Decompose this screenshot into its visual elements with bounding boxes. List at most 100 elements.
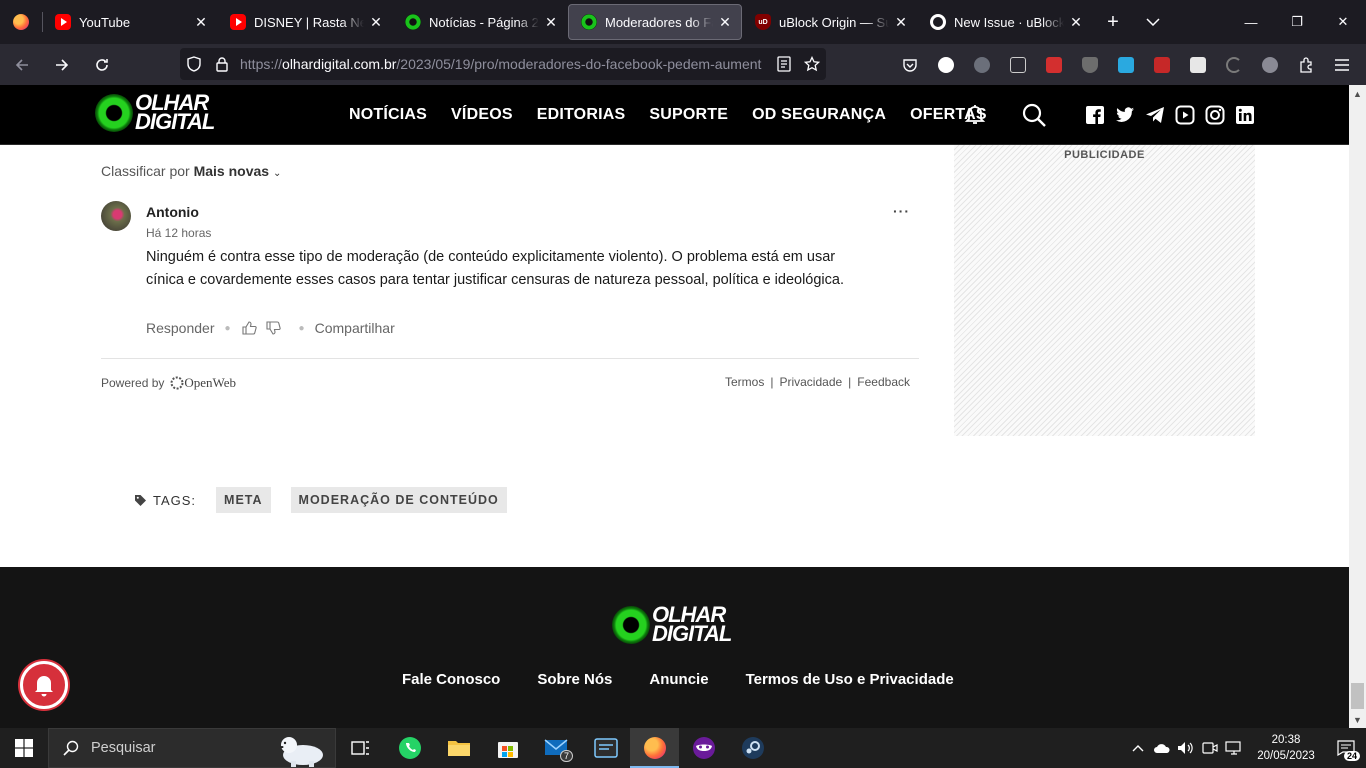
scrollbar-thumb[interactable] — [1351, 683, 1364, 709]
ublock-origin-icon[interactable] — [1072, 49, 1108, 81]
scroll-up-arrow-icon[interactable]: ▲ — [1349, 85, 1366, 102]
reader-view-icon[interactable] — [770, 48, 798, 80]
extension-red-icon[interactable] — [1036, 49, 1072, 81]
close-tab-icon[interactable]: ✕ — [193, 14, 209, 30]
nav-editorias[interactable]: EDITORIAS — [537, 106, 626, 124]
tag-meta[interactable]: META — [216, 487, 271, 513]
extensions-puzzle-icon[interactable] — [1288, 49, 1324, 81]
minimize-button[interactable]: — — [1228, 0, 1274, 44]
youtube-icon — [230, 14, 246, 30]
lock-icon[interactable] — [208, 48, 236, 80]
pocket-icon[interactable] — [892, 49, 928, 81]
address-bar[interactable]: https://olhardigital.com.br/2023/05/19/p… — [180, 48, 826, 80]
bookmark-star-icon[interactable] — [798, 48, 826, 80]
close-tab-icon[interactable]: ✕ — [893, 14, 909, 30]
close-tab-icon[interactable]: ✕ — [1068, 14, 1084, 30]
bell-icon[interactable] — [963, 102, 987, 126]
close-tab-icon[interactable]: ✕ — [543, 14, 559, 30]
steam-app-icon[interactable] — [728, 728, 777, 768]
close-window-button[interactable]: ✕ — [1320, 0, 1366, 44]
feedback-link[interactable]: Feedback — [857, 375, 910, 389]
footer-link-contact[interactable]: Fale Conosco — [402, 671, 500, 688]
nav-videos[interactable]: VÍDEOS — [451, 106, 513, 124]
tab-github[interactable]: New Issue · uBlockOrig ✕ — [918, 4, 1092, 40]
mail-icon[interactable]: 7 — [532, 728, 581, 768]
tag-moderacao[interactable]: MODERAÇÃO DE CONTEÚDO — [290, 487, 507, 513]
olhar-digital-logo[interactable]: OLHAR DIGITAL — [95, 92, 215, 132]
openweb-logo[interactable]: OpenWeb — [170, 375, 236, 391]
close-tab-icon[interactable]: ✕ — [368, 14, 384, 30]
nav-od-seguranca[interactable]: OD SEGURANÇA — [752, 106, 886, 124]
volume-icon[interactable] — [1174, 728, 1198, 768]
footer-link-about[interactable]: Sobre Nós — [537, 671, 612, 688]
network-icon[interactable] — [1222, 728, 1246, 768]
windows-start-button[interactable] — [0, 728, 48, 768]
extension-c-icon[interactable] — [928, 49, 964, 81]
nav-suporte[interactable]: SUPORTE — [649, 106, 728, 124]
meet-now-icon[interactable] — [1198, 728, 1222, 768]
restore-button[interactable]: ❐ — [1274, 0, 1320, 44]
back-button[interactable] — [4, 49, 40, 81]
thumbs-up-icon[interactable] — [241, 320, 257, 336]
list-all-tabs-button[interactable] — [1133, 4, 1173, 40]
file-explorer-icon[interactable] — [434, 728, 483, 768]
nav-noticias[interactable]: NOTÍCIAS — [349, 106, 427, 124]
extension-cloud-icon[interactable] — [1252, 49, 1288, 81]
footer-logo[interactable]: OLHAR DIGITAL — [612, 604, 732, 644]
onedrive-icon[interactable] — [1150, 728, 1174, 768]
reply-button[interactable]: Responder — [146, 320, 215, 336]
new-tab-button[interactable]: + — [1093, 4, 1133, 40]
scroll-down-arrow-icon[interactable]: ▼ — [1349, 711, 1366, 728]
extension-dice-icon[interactable] — [1180, 49, 1216, 81]
firefox-menu-icon[interactable] — [0, 0, 42, 44]
reload-button[interactable] — [84, 49, 120, 81]
terms-link[interactable]: Termos — [725, 375, 764, 389]
extension-blue-icon[interactable] — [1108, 49, 1144, 81]
instagram-icon[interactable] — [1204, 104, 1226, 126]
task-view-icon[interactable] — [336, 728, 385, 768]
thumbs-down-icon[interactable] — [265, 320, 281, 336]
navigation-toolbar: https://olhardigital.com.br/2023/05/19/p… — [0, 44, 1366, 85]
tab-ublock[interactable]: uD uBlock Origin — Supp ✕ — [743, 4, 917, 40]
tab-moderadores[interactable]: Moderadores do Faceb ✕ — [568, 4, 742, 40]
linkedin-icon[interactable] — [1234, 104, 1256, 126]
tags-row: TAGS: META MODERAÇÃO DE CONTEÚDO — [134, 487, 527, 513]
search-icon[interactable] — [1021, 102, 1047, 128]
avatar[interactable] — [101, 201, 131, 231]
sort-value[interactable]: Mais novas — [194, 163, 269, 179]
tab-disney[interactable]: DISNEY | Rasta News - ✕ — [218, 4, 392, 40]
main-nav: NOTÍCIAS VÍDEOS EDITORIAS SUPORTE OD SEG… — [337, 85, 999, 145]
privacy-link[interactable]: Privacidade — [779, 375, 842, 389]
more-options-icon[interactable]: ··· — [893, 203, 910, 219]
page-scrollbar[interactable]: ▲ ▼ — [1349, 85, 1366, 728]
twitter-icon[interactable] — [1114, 104, 1136, 126]
close-tab-icon[interactable]: ✕ — [717, 14, 733, 30]
telegram-icon[interactable] — [1144, 104, 1166, 126]
comment-author[interactable]: Antonio — [146, 204, 199, 220]
firefox-taskbar-icon[interactable] — [630, 728, 679, 768]
footer-link-terms[interactable]: Termos de Uso e Privacidade — [746, 671, 954, 688]
tab-noticias[interactable]: Notícias - Página 2 de ✕ — [393, 4, 567, 40]
facebook-icon[interactable] — [1084, 104, 1106, 126]
mask-app-icon[interactable] — [679, 728, 728, 768]
footer-link-advertise[interactable]: Anuncie — [649, 671, 708, 688]
tracking-protection-shield-icon[interactable] — [180, 48, 208, 80]
tab-youtube[interactable]: YouTube ✕ — [43, 4, 217, 40]
extension-reader-icon[interactable] — [1000, 49, 1036, 81]
taskbar-search[interactable]: Pesquisar — [48, 728, 336, 768]
whatsapp-icon[interactable] — [385, 728, 434, 768]
taskbar-clock[interactable]: 20:38 20/05/2023 — [1246, 732, 1326, 764]
action-center-button[interactable]: 24 — [1326, 728, 1366, 768]
share-button[interactable]: Compartilhar — [315, 320, 395, 336]
microsoft-store-icon[interactable] — [483, 728, 532, 768]
push-notification-bell-button[interactable] — [20, 661, 68, 709]
extension-cursor-icon[interactable] — [964, 49, 1000, 81]
terminal-icon[interactable] — [581, 728, 630, 768]
youtube-icon[interactable] — [1174, 104, 1196, 126]
extension-c2-icon[interactable] — [1216, 49, 1252, 81]
comment-sort[interactable]: Classificar por Mais novas ⌄ — [101, 163, 281, 179]
chevron-up-icon[interactable] — [1126, 728, 1150, 768]
hamburger-menu-icon[interactable] — [1324, 49, 1360, 81]
forward-button[interactable] — [44, 49, 80, 81]
extension-wand-icon[interactable] — [1144, 49, 1180, 81]
